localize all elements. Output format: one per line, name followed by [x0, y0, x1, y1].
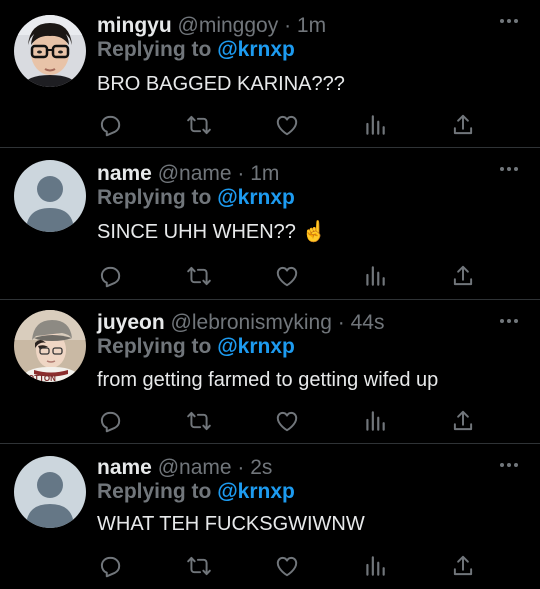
replying-to-user-link[interactable]: @krnxp	[217, 480, 295, 503]
tweet-text: SINCE UHH WHEN?? ☝️	[97, 221, 327, 243]
separator-dot: ·	[337, 311, 345, 334]
retweet-icon[interactable]	[186, 263, 212, 289]
more-options-icon[interactable]	[500, 462, 518, 468]
reply-icon[interactable]	[97, 112, 123, 138]
views-icon[interactable]	[362, 263, 388, 289]
tweet-header: juyeon @lebronismyking · 44s	[97, 310, 384, 336]
display-name[interactable]: name	[97, 456, 152, 479]
display-name[interactable]: mingyu	[97, 14, 172, 37]
share-icon[interactable]	[450, 553, 476, 579]
separator-dot: ·	[284, 14, 292, 37]
replying-to-label: Replying to	[97, 38, 212, 61]
retweet-icon[interactable]	[186, 112, 212, 138]
like-icon[interactable]	[274, 263, 300, 289]
user-handle[interactable]: @name	[158, 456, 232, 479]
replying-to: Replying to @krnxp	[97, 185, 295, 211]
tweet[interactable]: mingyu @minggoy · 1m Replying to @krnxp …	[0, 0, 540, 148]
like-icon[interactable]	[274, 408, 300, 434]
replying-to: Replying to @krnxp	[97, 37, 295, 63]
more-options-icon[interactable]	[500, 318, 518, 324]
separator-dot: ·	[237, 456, 245, 479]
retweet-icon[interactable]	[186, 408, 212, 434]
user-handle[interactable]: @name	[158, 162, 232, 185]
more-options-icon[interactable]	[500, 166, 518, 172]
retweet-icon[interactable]	[186, 553, 212, 579]
tweet-header: name @name · 1m	[97, 161, 279, 187]
timestamp[interactable]: 1m	[250, 162, 279, 185]
tweet-text: WHAT TEH FUCKSGWIWNW	[97, 513, 365, 535]
separator-dot: ·	[237, 162, 245, 185]
avatar[interactable]: OTTON	[14, 310, 86, 382]
replying-to-user-link[interactable]: @krnxp	[217, 186, 295, 209]
replying-to-user-link[interactable]: @krnxp	[217, 38, 295, 61]
user-handle[interactable]: @lebronismyking	[171, 311, 332, 334]
display-name[interactable]: name	[97, 162, 152, 185]
replying-to-label: Replying to	[97, 335, 212, 358]
avatar[interactable]	[14, 15, 86, 87]
avatar-photo: OTTON	[14, 310, 86, 382]
reply-icon[interactable]	[97, 408, 123, 434]
replying-to-label: Replying to	[97, 480, 212, 503]
reply-icon[interactable]	[97, 263, 123, 289]
tweet-header: mingyu @minggoy · 1m	[97, 13, 326, 39]
replying-to: Replying to @krnxp	[97, 479, 295, 505]
share-icon[interactable]	[450, 112, 476, 138]
tweet-text: from getting farmed to getting wifed up	[97, 369, 439, 391]
tweet[interactable]: name @name · 2s Replying to @krnxp WHAT …	[0, 444, 540, 589]
tweet-text: BRO BAGGED KARINA???	[97, 73, 345, 95]
views-icon[interactable]	[362, 553, 388, 579]
default-profile-icon	[14, 456, 86, 528]
timestamp[interactable]: 44s	[351, 311, 385, 334]
like-icon[interactable]	[274, 112, 300, 138]
replying-to: Replying to @krnxp	[97, 334, 295, 360]
display-name[interactable]: juyeon	[97, 311, 165, 334]
tweet[interactable]: OTTON juyeon @lebronismyking · 44s Reply…	[0, 300, 540, 444]
share-icon[interactable]	[450, 408, 476, 434]
avatar[interactable]	[14, 160, 86, 232]
views-icon[interactable]	[362, 408, 388, 434]
like-icon[interactable]	[274, 553, 300, 579]
svg-text:OTTON: OTTON	[28, 374, 56, 382]
user-handle[interactable]: @minggoy	[178, 14, 279, 37]
share-icon[interactable]	[450, 263, 476, 289]
views-icon[interactable]	[362, 112, 388, 138]
tweet[interactable]: name @name · 1m Replying to @krnxp SINCE…	[0, 148, 540, 300]
more-options-icon[interactable]	[500, 18, 518, 24]
timestamp[interactable]: 1m	[297, 14, 326, 37]
replying-to-label: Replying to	[97, 186, 212, 209]
avatar[interactable]	[14, 456, 86, 528]
tweet-header: name @name · 2s	[97, 455, 272, 481]
avatar-photo	[14, 15, 86, 87]
replying-to-user-link[interactable]: @krnxp	[217, 335, 295, 358]
reply-icon[interactable]	[97, 553, 123, 579]
default-profile-icon	[14, 160, 86, 232]
timestamp[interactable]: 2s	[250, 456, 272, 479]
